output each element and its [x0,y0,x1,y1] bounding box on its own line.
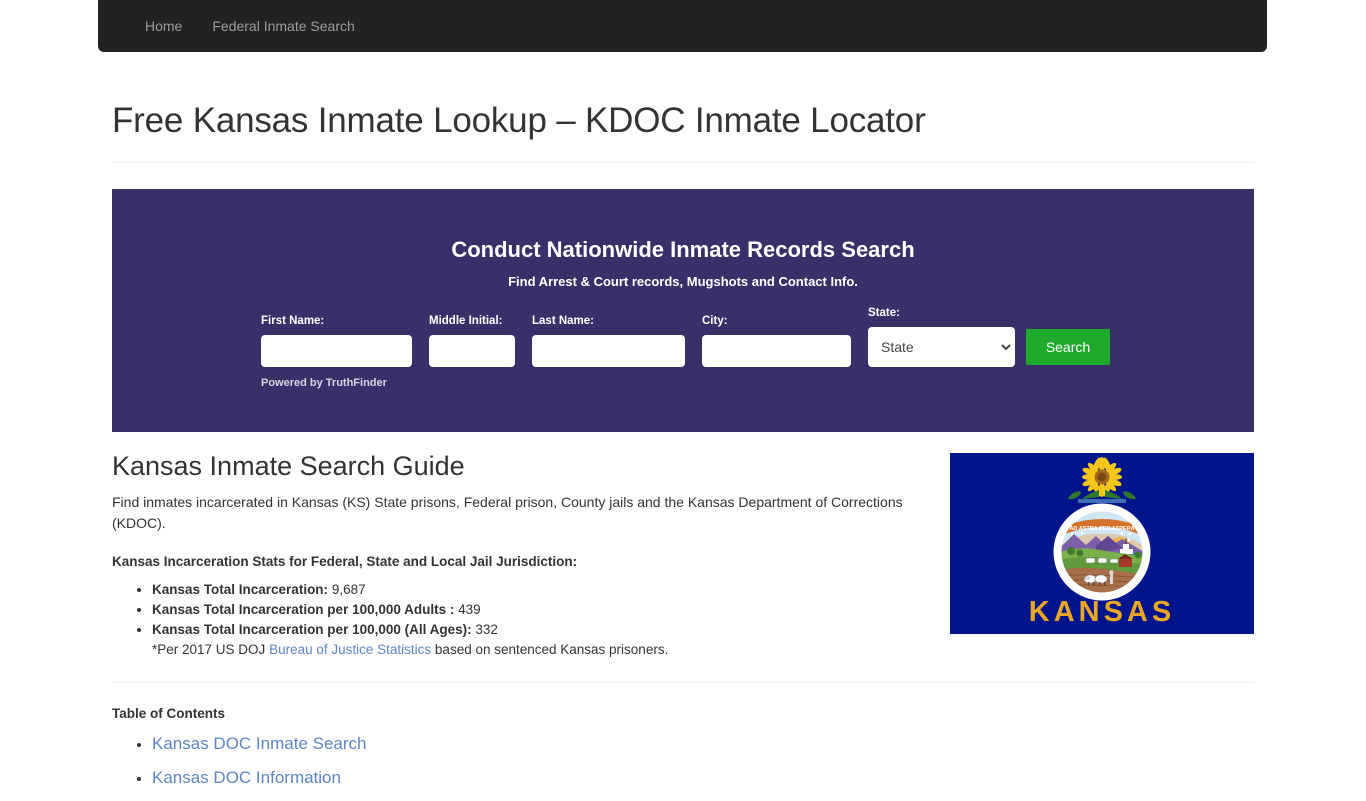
page-container: Free Kansas Inmate Lookup – KDOC Inmate … [112,52,1254,801]
middle-initial-field-group: Middle Initial: [429,315,515,367]
city-label: City: [702,315,728,327]
stat-label: Kansas Total Incarceration per 100,000 A… [152,602,455,617]
middle-initial-label: Middle Initial: [429,315,503,327]
nav-item-federal-inmate-search[interactable]: Federal Inmate Search [197,19,369,33]
kansas-flag-svg: AD ASTRA PER ASPERA KANSAS [950,453,1254,634]
toc-link-kansas-doc-inmate-search[interactable]: Kansas DOC Inmate Search [152,734,366,753]
first-name-label: First Name: [261,315,325,327]
kansas-flag-image: AD ASTRA PER ASPERA KANSAS [950,453,1254,634]
last-name-input[interactable] [532,335,685,367]
nav-list: Home Federal Inmate Search [98,0,1267,52]
panel-subtitle: Find Arrest & Court records, Mugshots an… [508,274,858,289]
stat-value: 9,687 [331,582,366,597]
note-suffix: based on sentenced Kansas prisoners. [434,642,669,657]
top-navbar: Home Federal Inmate Search [98,0,1267,52]
nav-item-home[interactable]: Home [130,19,197,33]
bureau-of-justice-statistics-link[interactable]: Bureau of Justice Statistics [269,642,431,657]
inmate-search-panel: Conduct Nationwide Inmate Records Search… [112,189,1254,432]
stats-heading: Kansas Incarceration Stats for Federal, … [112,554,578,569]
search-form: First Name: Middle Initial: Last Name: C… [261,307,1110,367]
city-field-group: City: [702,315,851,367]
stat-item: Kansas Total Incarceration per 100,000 A… [152,600,912,620]
seal-motto-text: AD ASTRA PER ASPERA [1069,526,1134,532]
guide-section: Kansas Inmate Search Guide Find inmates … [112,450,1254,660]
stat-value: 332 [475,622,498,637]
toc-list-item: Kansas DOC Information [152,767,1254,801]
stats-source-note: *Per 2017 US DOJ Bureau of Justice Stati… [152,640,912,660]
guide-text-column: Kansas Inmate Search Guide Find inmates … [112,450,912,660]
city-input[interactable] [702,335,851,367]
stat-item: Kansas Total Incarceration: 9,687 [152,580,912,600]
first-name-field-group: First Name: [261,315,412,367]
guide-intro-paragraph: Find inmates incarcerated in Kansas (KS)… [112,494,903,531]
first-name-input[interactable] [261,335,412,367]
table-of-contents-title: Table of Contents [112,706,225,721]
flag-caption: KANSAS [1029,596,1175,628]
last-name-label: Last Name: [532,315,594,327]
search-button[interactable]: Search [1026,329,1110,365]
state-label: State: [868,307,900,319]
last-name-field-group: Last Name: [532,315,685,367]
powered-by-label: Powered by TruthFinder [261,377,387,389]
kansas-state-seal: AD ASTRA PER ASPERA [1053,503,1151,601]
title-divider [112,162,1254,163]
panel-title: Conduct Nationwide Inmate Records Search [451,237,915,262]
middle-initial-input[interactable] [429,335,515,367]
stat-label: Kansas Total Incarceration: [152,582,329,597]
stat-label: Kansas Total Incarceration per 100,000 (… [152,622,472,637]
page-title: Free Kansas Inmate Lookup – KDOC Inmate … [112,101,926,140]
state-field-group: State: State [868,307,1015,367]
stat-item: Kansas Total Incarceration per 100,000 (… [152,620,912,640]
toc-list-item: Kansas DOC Inmate Search [152,733,1254,767]
note-prefix: *Per 2017 US DOJ [152,642,266,657]
state-select[interactable]: State [868,327,1015,367]
table-of-contents-list: Kansas DOC Inmate Search Kansas DOC Info… [112,723,1254,801]
toc-link-kansas-doc-information[interactable]: Kansas DOC Information [152,768,341,787]
guide-title: Kansas Inmate Search Guide [112,451,465,481]
incarceration-stats-list: Kansas Total Incarceration: 9,687 Kansas… [112,572,912,660]
stat-value: 439 [458,602,481,617]
